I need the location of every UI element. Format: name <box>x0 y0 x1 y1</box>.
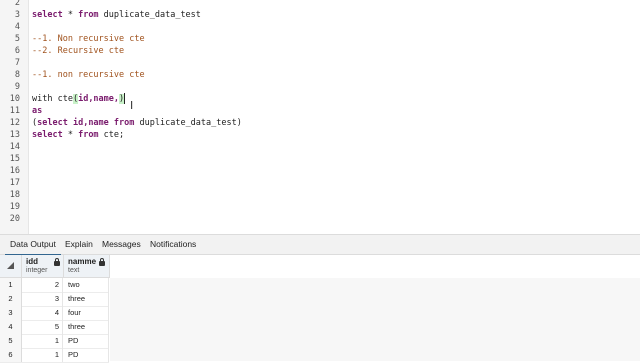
keyword: select <box>32 10 63 20</box>
code-line-11: as <box>32 106 43 116</box>
column-type: text <box>68 267 80 274</box>
line-number: 4 <box>14 22 20 32</box>
column-header-namme[interactable]: namme text <box>64 255 110 278</box>
code-comment-line-5: --1. Non recursive cte <box>32 34 145 44</box>
table-row[interactable]: 5 1 PD <box>0 334 109 349</box>
lock-icon <box>54 258 60 266</box>
table-row[interactable]: 3 4 four <box>0 306 109 321</box>
code-comment-line-8: --1. non recursive cte <box>32 70 145 80</box>
line-number-gutter: 2 3 4 5 6 7 8 9 10 11 12 13 14 15 16 17 … <box>0 0 29 234</box>
line-number: 8 <box>14 70 20 80</box>
column-name: idd <box>26 257 38 266</box>
row-number: 1 <box>0 278 22 292</box>
line-number: 17 <box>9 178 20 188</box>
select-all-corner[interactable] <box>0 255 22 278</box>
table-row[interactable]: 2 3 three <box>0 292 109 307</box>
line-number: 13 <box>9 130 20 140</box>
keyword: select <box>32 130 63 140</box>
tab-data-output[interactable]: Data Output <box>5 235 61 256</box>
row-number: 4 <box>0 320 22 334</box>
line-number: 18 <box>9 190 20 200</box>
column-type: integer <box>26 267 48 274</box>
line-number: 9 <box>14 82 20 92</box>
line-number: 6 <box>14 46 20 56</box>
output-panel: Data Output Explain Messages Notificatio… <box>0 234 640 363</box>
keyword: from <box>113 118 135 128</box>
ibeam-cursor-icon: I <box>130 99 134 112</box>
row-number: 3 <box>0 306 22 320</box>
line-number: 2 <box>14 0 20 8</box>
line-number: 12 <box>9 118 20 128</box>
keyword: from <box>78 130 99 140</box>
code-text: duplicate_data_test) <box>134 118 242 128</box>
output-tab-bar: Data Output Explain Messages Notificatio… <box>0 235 640 256</box>
code-line-13: select * from cte; <box>32 129 124 141</box>
sql-editor[interactable]: 2 3 4 5 6 7 8 9 10 11 12 13 14 15 16 17 … <box>0 0 640 234</box>
code-text: id,name <box>67 118 114 128</box>
code-text: duplicate_data_test <box>98 10 201 20</box>
line-number: 14 <box>9 142 20 152</box>
line-number: 7 <box>14 58 20 68</box>
line-number: 20 <box>9 214 20 224</box>
cell-namme[interactable]: two <box>64 278 109 292</box>
keyword: select <box>37 118 68 128</box>
table-row[interactable]: 1 2 two <box>0 278 109 293</box>
row-number: 5 <box>0 334 22 348</box>
line-number: 11 <box>9 106 20 116</box>
result-grid[interactable]: idd integer namme text 1 2 two 2 3 three… <box>0 255 640 363</box>
tab-messages[interactable]: Messages <box>97 235 146 254</box>
tab-explain[interactable]: Explain <box>60 235 98 254</box>
code-text: * <box>62 10 79 20</box>
line-number: 19 <box>9 202 20 212</box>
table-row[interactable]: 4 5 three <box>0 320 109 335</box>
line-number: 5 <box>14 34 20 44</box>
triangle-icon <box>7 262 14 269</box>
cell-namme[interactable]: PD <box>64 334 109 348</box>
line-number: 3 <box>14 10 20 20</box>
table-row[interactable]: 6 1 PD <box>0 348 109 363</box>
cell-idd[interactable]: 4 <box>22 306 63 320</box>
column-header-idd[interactable]: idd integer <box>22 255 64 278</box>
code-comment-line-6: --2. Recursive cte <box>32 46 125 56</box>
cell-idd[interactable]: 5 <box>22 320 63 334</box>
line-number: 16 <box>9 166 20 176</box>
cell-idd[interactable]: 1 <box>22 334 63 348</box>
cell-idd[interactable]: 3 <box>22 292 63 306</box>
keyword: from <box>78 10 99 20</box>
cell-namme[interactable]: three <box>64 292 109 306</box>
code-text: * <box>62 130 79 140</box>
cell-namme[interactable]: four <box>64 306 109 320</box>
text-caret <box>124 93 126 104</box>
line-number: 10 <box>9 94 20 104</box>
code-text: with cte <box>32 94 73 104</box>
column-name: namme <box>68 257 97 266</box>
code-line-12: (select id,name from duplicate_data_test… <box>32 117 242 129</box>
code-line-10: with cte(id,name,) <box>32 93 126 105</box>
lock-icon <box>99 258 105 266</box>
tab-notifications[interactable]: Notifications <box>145 235 201 254</box>
row-number: 2 <box>0 292 22 306</box>
code-args: id,name, <box>78 94 120 104</box>
line-number: 15 <box>9 154 20 164</box>
code-line-3: select * from duplicate_data_test <box>32 9 201 21</box>
code-text: cte; <box>98 130 125 140</box>
cell-idd[interactable]: 2 <box>22 278 63 292</box>
cell-namme[interactable]: three <box>64 320 109 334</box>
grid-empty-area <box>110 278 640 361</box>
